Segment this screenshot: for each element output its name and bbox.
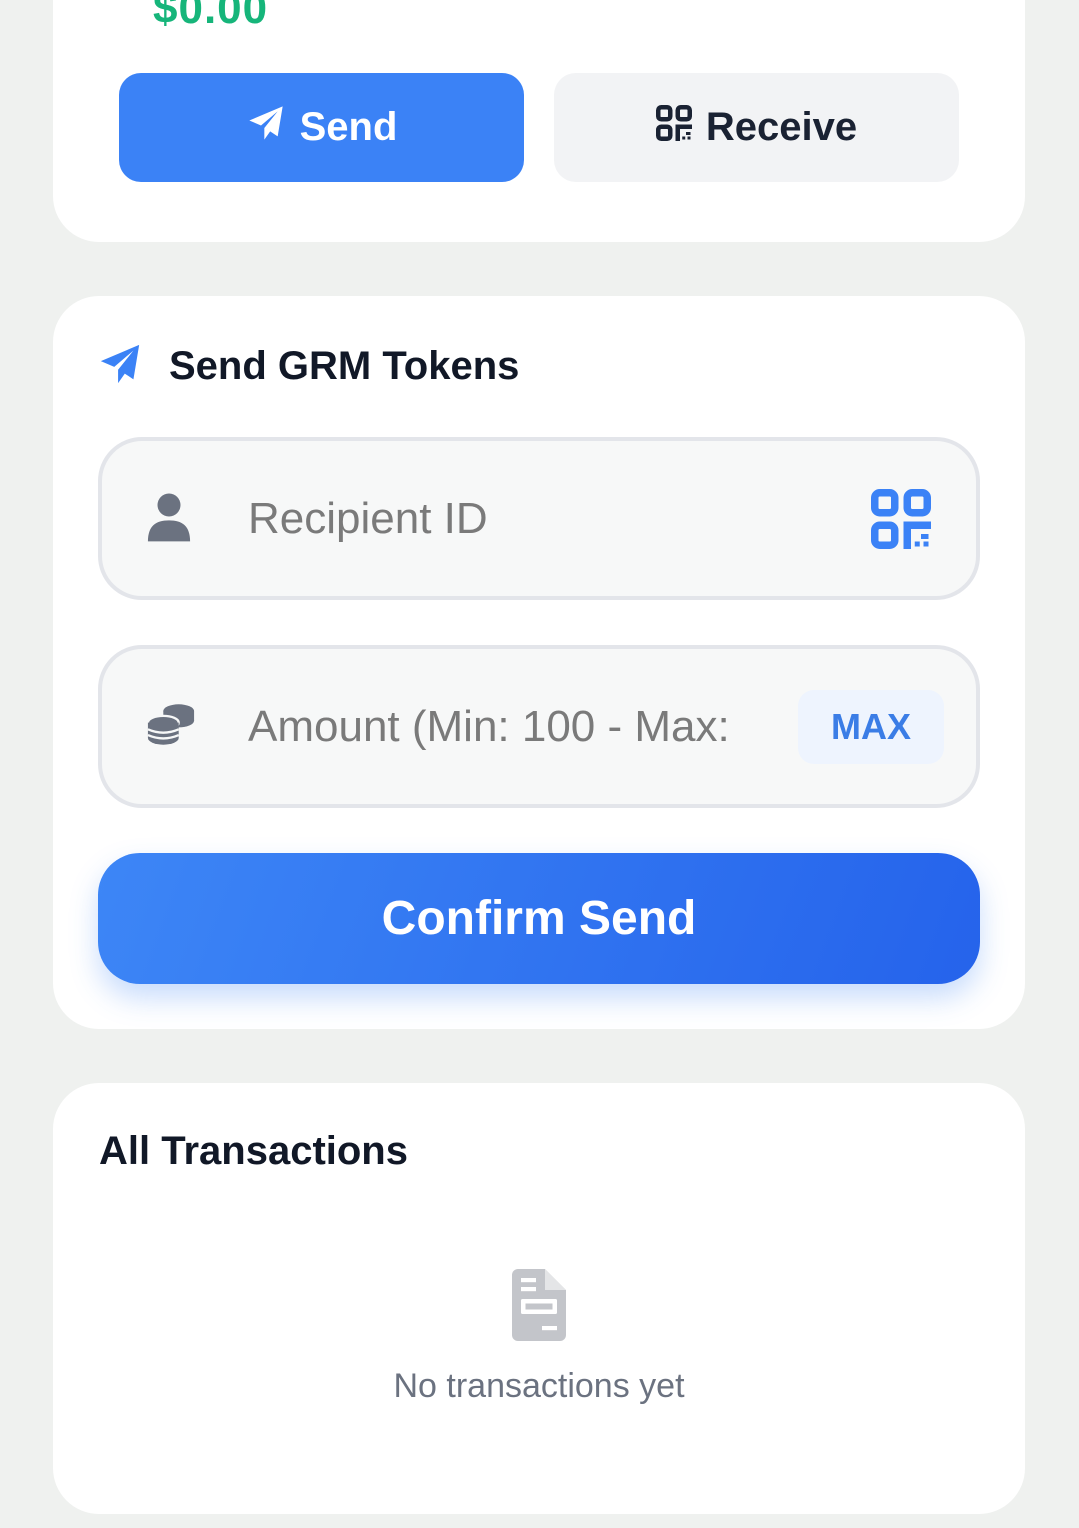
recipient-field[interactable]	[98, 437, 980, 600]
qr-code-icon	[655, 104, 692, 151]
user-icon	[146, 491, 192, 546]
wallet-page: $0.00 Send Receive Send GRM Tokens Recip…	[0, 0, 1079, 1528]
empty-state-text: No transactions yet	[393, 1367, 685, 1405]
balance-amount: $0.00	[153, 0, 269, 33]
paper-plane-icon	[97, 341, 143, 392]
transactions-title: All Transactions	[99, 1129, 408, 1173]
wallet-card: $0.00 Send Receive	[53, 0, 1025, 242]
send-button-label: Send	[299, 105, 398, 149]
transactions-card: All Transactions No transactions yet	[53, 1083, 1025, 1514]
receive-button[interactable]: Receive	[554, 73, 959, 182]
send-form-title: Send GRM Tokens	[169, 343, 520, 388]
send-button[interactable]: Send	[119, 73, 524, 182]
scan-qr-icon[interactable]	[870, 488, 932, 550]
confirm-send-button[interactable]: Confirm Send	[98, 853, 980, 984]
receipt-icon	[512, 1269, 566, 1346]
coins-icon	[146, 700, 196, 753]
amount-field[interactable]: MAX	[98, 645, 980, 808]
receive-button-label: Receive	[705, 105, 858, 149]
paper-plane-icon	[246, 103, 286, 153]
send-form-header: Send GRM Tokens	[97, 340, 519, 392]
recipient-input[interactable]	[248, 493, 788, 544]
amount-input[interactable]	[248, 701, 788, 752]
send-form-card: Send GRM Tokens Recipient ID Amount (Min…	[53, 296, 1025, 1029]
max-button[interactable]: MAX	[798, 689, 944, 764]
